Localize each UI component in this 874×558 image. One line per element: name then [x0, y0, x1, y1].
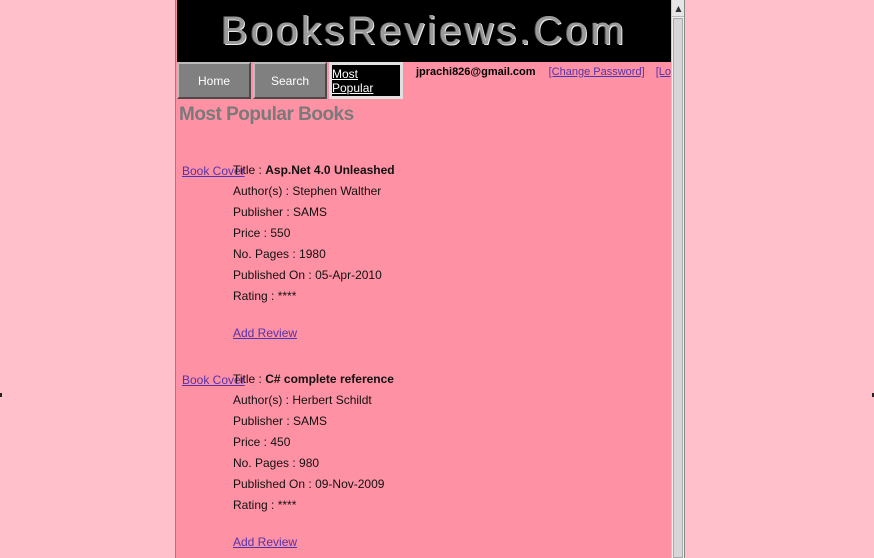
- title-label: Title :: [233, 372, 262, 386]
- vertical-scrollbar[interactable]: ▲: [671, 0, 684, 558]
- book-published: 09-Nov-2009: [315, 477, 385, 491]
- book-item: Book Cover Title : C# complete reference…: [182, 372, 394, 553]
- book-details: Title : Asp.Net 4.0 Unleashed Author(s) …: [233, 160, 395, 344]
- book-details: Title : C# complete reference Author(s) …: [233, 369, 394, 553]
- nav-bar: Home Search Most Popular: [177, 62, 405, 99]
- book-publisher-line: Publisher : SAMS: [233, 202, 395, 223]
- book-authors: Stephen Walther: [292, 184, 382, 198]
- book-authors-line: Author(s) : Stephen Walther: [233, 181, 395, 202]
- book-pages: 1980: [299, 247, 326, 261]
- price-label: Price :: [233, 435, 268, 449]
- book-title: Asp.Net 4.0 Unleashed: [265, 163, 395, 177]
- book-publisher: SAMS: [293, 414, 328, 428]
- book-cover-link[interactable]: Book Cover: [182, 373, 245, 553]
- published-label: Published On :: [233, 268, 312, 282]
- site-title: BooksReviews.Com: [221, 8, 627, 53]
- title-label: Title :: [233, 163, 262, 177]
- book-item: Book Cover Title : Asp.Net 4.0 Unleashed…: [182, 163, 395, 344]
- book-published-line: Published On : 05-Apr-2010: [233, 265, 395, 286]
- change-password-link[interactable]: [Change Password]: [549, 66, 645, 78]
- search-button[interactable]: Search: [253, 62, 327, 99]
- most-popular-button[interactable]: Most Popular: [329, 62, 403, 99]
- book-rating: ****: [277, 498, 297, 512]
- price-label: Price :: [233, 226, 268, 240]
- book-price-line: Price : 450: [233, 432, 394, 453]
- pages-label: No. Pages :: [233, 247, 296, 261]
- book-price: 450: [270, 435, 291, 449]
- user-email: jprachi826@gmail.com: [416, 66, 536, 78]
- scrollbar-thumb[interactable]: [673, 18, 683, 558]
- book-pages-line: No. Pages : 980: [233, 453, 394, 474]
- book-price-line: Price : 550: [233, 223, 395, 244]
- book-title-line: Title : Asp.Net 4.0 Unleashed: [233, 160, 395, 181]
- book-price: 550: [270, 226, 291, 240]
- book-pages-line: No. Pages : 1980: [233, 244, 395, 265]
- publisher-label: Publisher :: [233, 414, 290, 428]
- book-rating: ****: [277, 289, 297, 303]
- published-label: Published On :: [233, 477, 312, 491]
- book-title: C# complete reference: [265, 372, 394, 386]
- rating-label: Rating :: [233, 289, 275, 303]
- book-cover-link[interactable]: Book Cover: [182, 164, 245, 344]
- rating-label: Rating :: [233, 498, 275, 512]
- triangle-up-icon[interactable]: ▲: [672, 0, 684, 17]
- book-rating-line: Rating : ****: [233, 495, 394, 516]
- book-title-line: Title : C# complete reference: [233, 369, 394, 390]
- content-page: BooksReviews.Com Home Search Most Popula…: [175, 0, 685, 558]
- add-review-link[interactable]: Add Review: [233, 532, 394, 553]
- book-pages: 980: [299, 456, 320, 470]
- pages-label: No. Pages :: [233, 456, 296, 470]
- page-title: Most Popular Books: [179, 104, 354, 125]
- publisher-label: Publisher :: [233, 205, 290, 219]
- left-edge-mark: [0, 393, 2, 397]
- site-banner: BooksReviews.Com: [177, 0, 671, 62]
- book-authors: Herbert Schildt: [292, 393, 372, 407]
- book-published-line: Published On : 09-Nov-2009: [233, 474, 394, 495]
- add-review-link[interactable]: Add Review: [233, 323, 395, 344]
- authors-label: Author(s) :: [233, 184, 290, 198]
- book-published: 05-Apr-2010: [315, 268, 382, 282]
- book-rating-line: Rating : ****: [233, 286, 395, 307]
- book-publisher: SAMS: [293, 205, 328, 219]
- book-authors-line: Author(s) : Herbert Schildt: [233, 390, 394, 411]
- home-button[interactable]: Home: [177, 62, 251, 99]
- user-bar: jprachi826@gmail.com [Change Password] […: [416, 66, 684, 78]
- book-publisher-line: Publisher : SAMS: [233, 411, 394, 432]
- authors-label: Author(s) :: [233, 393, 290, 407]
